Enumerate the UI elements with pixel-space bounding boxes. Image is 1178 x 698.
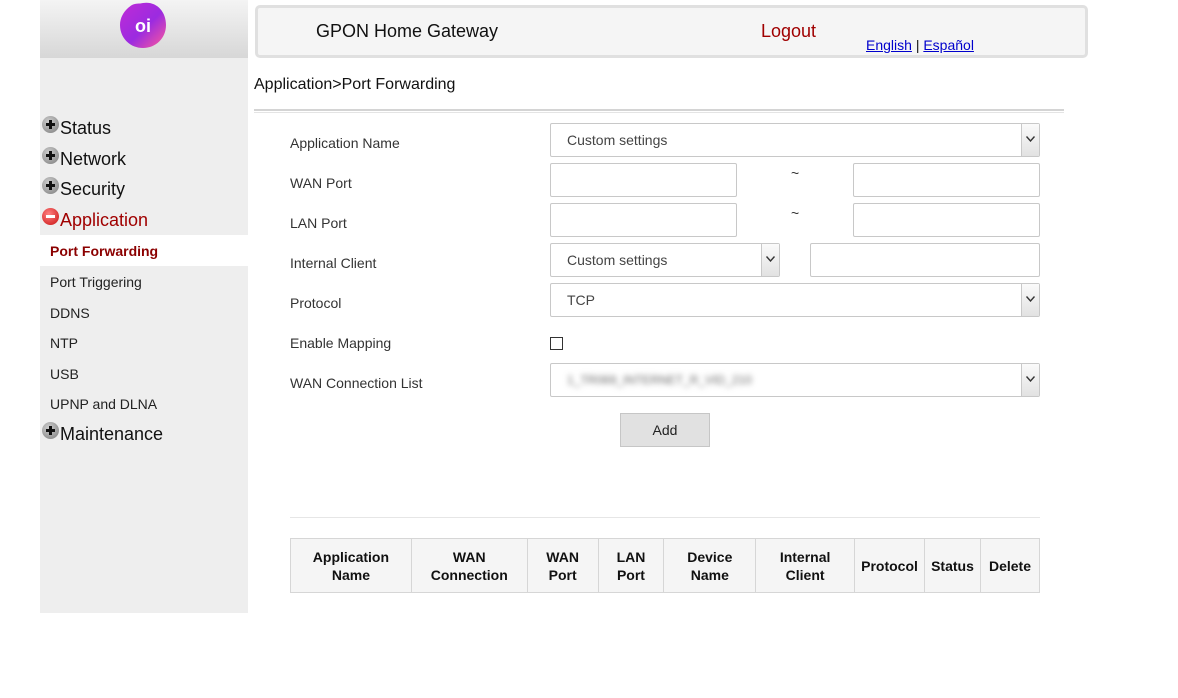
- internal-client-label: Internal Client: [290, 255, 377, 271]
- col-delete: Delete: [979, 538, 1041, 593]
- nav-status[interactable]: Status: [40, 115, 111, 141]
- wan-port-start-input[interactable]: [550, 163, 737, 197]
- expand-plus-icon: [42, 176, 59, 194]
- wan-port-end-input[interactable]: [853, 163, 1040, 197]
- sidebar-item-ntp[interactable]: NTP: [40, 327, 248, 358]
- col-internal-client: Internal Client: [755, 538, 856, 593]
- lan-port-start-input[interactable]: [550, 203, 737, 237]
- protocol-label: Protocol: [290, 295, 342, 311]
- lang-english-link[interactable]: English: [866, 37, 912, 53]
- wan-connection-list-label: WAN Connection List: [290, 375, 423, 391]
- table-divider: [290, 517, 1040, 518]
- logout-link[interactable]: Logout: [761, 21, 816, 42]
- header-bar: GPON Home Gateway Logout English | Españ…: [255, 5, 1088, 58]
- wan-port-label: WAN Port: [290, 175, 352, 191]
- enable-mapping-label: Enable Mapping: [290, 335, 392, 351]
- col-device-name: Device Name: [663, 538, 757, 593]
- gateway-title: GPON Home Gateway: [316, 21, 499, 41]
- col-wan-port: WAN Port: [526, 538, 599, 593]
- logo-bar: oi: [40, 0, 248, 58]
- expand-plus-icon: [42, 146, 59, 164]
- add-button[interactable]: Add: [620, 413, 710, 447]
- sidebar-item-upnp-dlna[interactable]: UPNP and DLNA: [40, 388, 248, 419]
- collapse-minus-icon: [42, 207, 59, 225]
- app-name-select[interactable]: Custom settings: [550, 123, 1040, 157]
- nav-application[interactable]: Application: [40, 207, 148, 233]
- svg-text:oi: oi: [135, 16, 151, 36]
- breadcrumb-divider: [254, 109, 1064, 113]
- chevron-down-icon: [1021, 124, 1039, 156]
- internal-client-ip-input[interactable]: [810, 243, 1040, 277]
- lan-port-range-separator: ~: [791, 205, 800, 221]
- lan-port-label: LAN Port: [290, 215, 347, 231]
- col-wan-connection: WAN Connection: [410, 538, 528, 593]
- nav-maintenance[interactable]: Maintenance: [40, 421, 163, 447]
- chevron-down-icon: [1021, 284, 1039, 316]
- lang-spanish-link[interactable]: Español: [923, 37, 974, 53]
- sidebar: Status Network Security Application Port…: [40, 58, 248, 613]
- nav-security[interactable]: Security: [40, 176, 125, 202]
- col-protocol: Protocol: [854, 538, 925, 593]
- language-switcher: English | Español: [866, 37, 974, 53]
- chevron-down-icon: [1021, 364, 1039, 396]
- sidebar-item-port-triggering[interactable]: Port Triggering: [40, 266, 248, 297]
- lang-separator: |: [915, 37, 920, 53]
- app-name-label: Application Name: [290, 135, 400, 151]
- sidebar-item-ddns[interactable]: DDNS: [40, 297, 248, 328]
- wan-connection-list-select[interactable]: 1_TR069_INTERNET_R_VID_210: [550, 363, 1040, 397]
- lan-port-end-input[interactable]: [853, 203, 1040, 237]
- internal-client-select[interactable]: Custom settings: [550, 243, 780, 277]
- col-status: Status: [924, 538, 981, 593]
- chevron-down-icon: [761, 244, 779, 276]
- breadcrumb: Application>Port Forwarding: [254, 76, 456, 93]
- sidebar-item-usb[interactable]: USB: [40, 358, 248, 389]
- protocol-select[interactable]: TCP: [550, 283, 1040, 317]
- nav-network[interactable]: Network: [40, 146, 126, 172]
- oi-logo: oi: [120, 2, 166, 48]
- col-application-name: Application Name: [290, 538, 412, 593]
- col-lan-port: LAN Port: [597, 538, 665, 593]
- port-forwarding-table: Application Name WAN Connection WAN Port…: [290, 538, 1041, 593]
- table-header-row: Application Name WAN Connection WAN Port…: [290, 538, 1041, 593]
- enable-mapping-checkbox[interactable]: [550, 337, 563, 350]
- expand-plus-icon: [42, 421, 59, 439]
- sidebar-item-port-forwarding[interactable]: Port Forwarding: [40, 235, 248, 266]
- expand-plus-icon: [42, 115, 59, 133]
- wan-port-range-separator: ~: [791, 165, 800, 181]
